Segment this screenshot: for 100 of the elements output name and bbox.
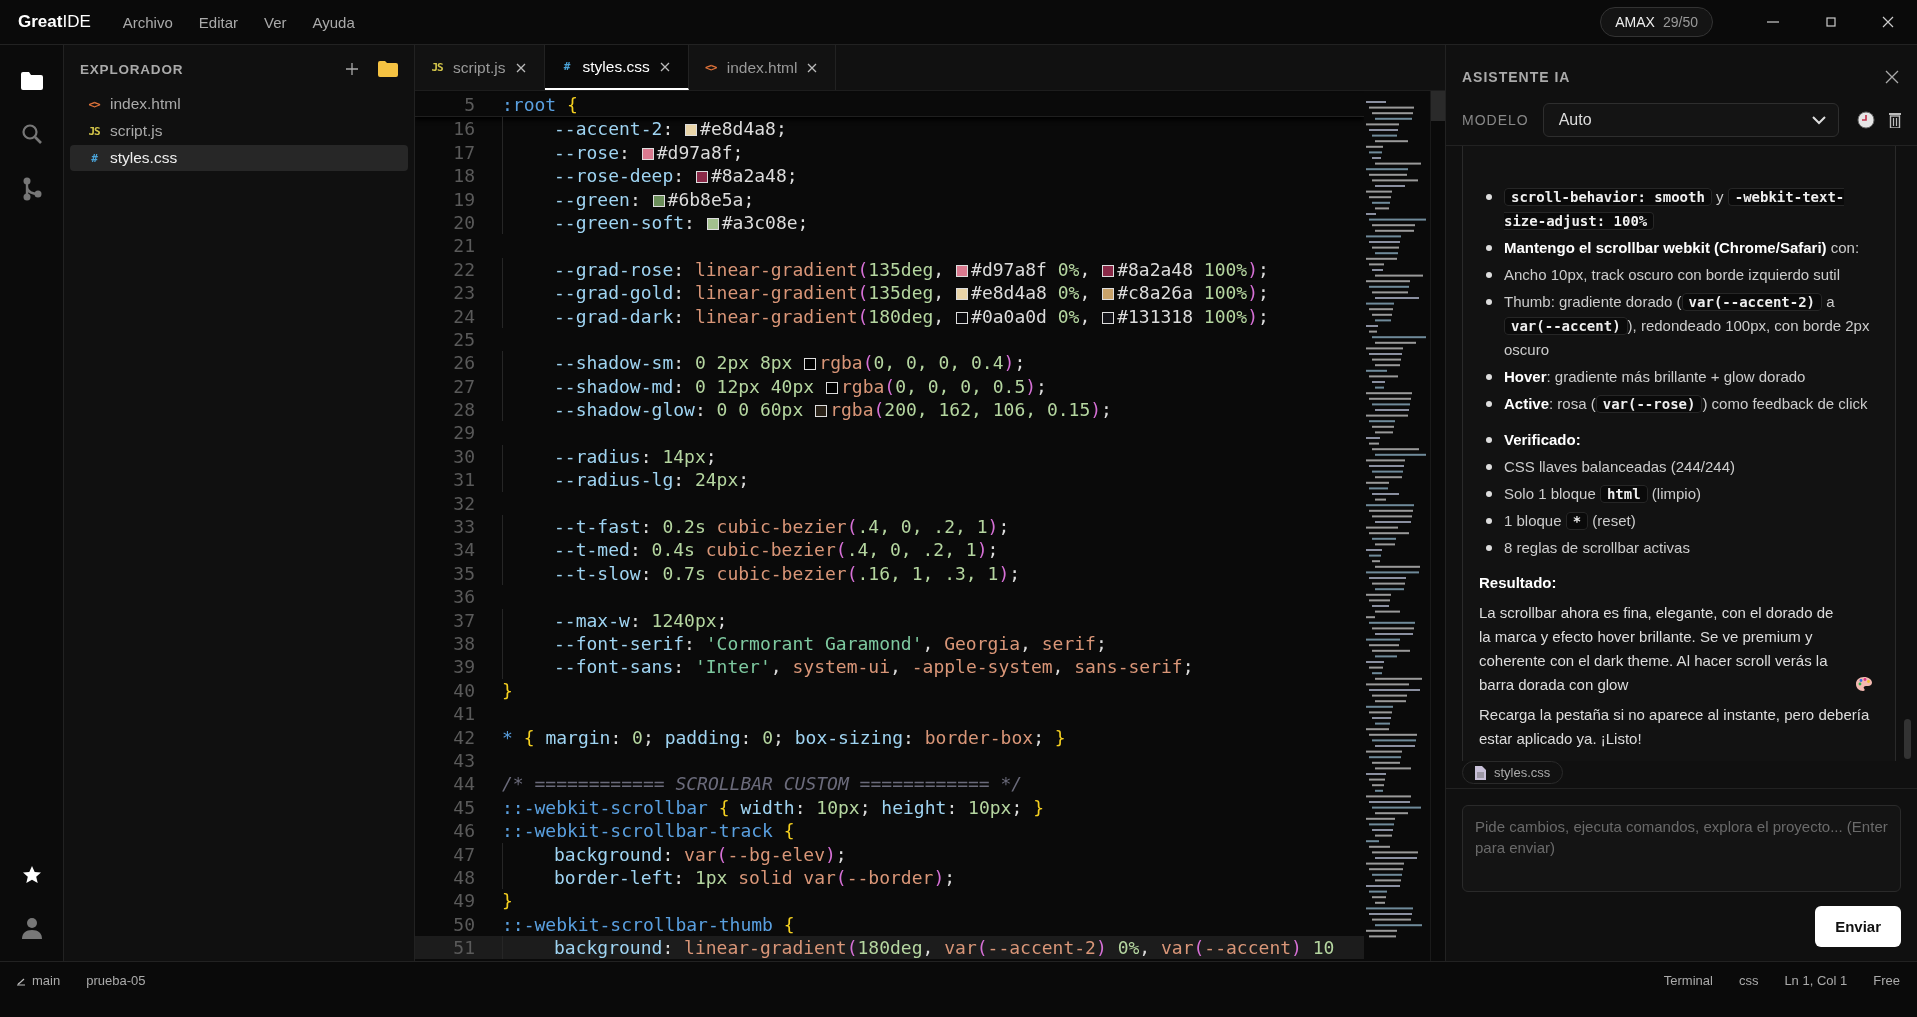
menu-item[interactable]: Ver [264, 13, 287, 31]
code-line: } [502, 678, 513, 703]
scrollbar-thumb[interactable] [1904, 719, 1911, 759]
code-line: } [502, 889, 513, 913]
line-number: 5 [463, 93, 476, 117]
list-item: Ancho 10px, track oscuro con borde izquierdo sutil [1479, 263, 1873, 287]
code-line: --rose-deep: #8a2a48; [554, 164, 798, 188]
code-line: --t-med: 0.4s cubic-bezier(.4, 0, .2, 1); [554, 538, 999, 562]
list-item: Mantengo el scrollbar webkit (Chrome/Safari) con: [1479, 236, 1873, 260]
line-number: 31 [452, 468, 476, 492]
code-line: --max-w: 1240px; [554, 608, 728, 632]
line-number: 38 [452, 632, 476, 656]
line-number: 39 [452, 655, 476, 679]
code-line: --shadow-glow: 0 0 60px rgba(200, 162, 106, 0.15); [554, 398, 1112, 422]
list-item: Thumb: gradiente dorado ( var(--accent-2) a var(--accent) ), redondeado 100px, con borde 2px oscuro [1479, 290, 1873, 362]
file-icon [1475, 765, 1486, 780]
line-number: 41 [452, 702, 476, 726]
account-badge[interactable]: AMAX 29/50 [1600, 7, 1713, 37]
code-line: ::-webkit-scrollbar { width: 10px; height: 10px; } [502, 795, 1044, 820]
user-icon[interactable] [21, 917, 42, 939]
line-number: 33 [452, 515, 476, 539]
line-number: 32 [452, 491, 476, 516]
trash-icon[interactable] [1889, 112, 1901, 128]
line-number: 46 [452, 819, 476, 843]
code-line: ::-webkit-scrollbar-track { [502, 819, 795, 843]
status-item[interactable]: Free [1873, 973, 1900, 988]
code-line: --font-serif: 'Cormorant Garamond', Georgia, serif; [554, 632, 1107, 656]
plus-icon[interactable] [346, 63, 358, 75]
line-number: 44 [452, 772, 476, 796]
close-icon[interactable] [659, 61, 670, 72]
star-icon[interactable] [21, 865, 42, 885]
usage-count: 29/50 [1662, 14, 1698, 30]
attachment-chip[interactable]: styles.css [1462, 761, 1564, 784]
menu-item[interactable]: Editar [198, 13, 238, 31]
close-icon[interactable] [807, 62, 818, 73]
line-number: 28 [452, 398, 476, 422]
file-name: script.js [110, 122, 163, 140]
code-line: --radius-lg: 24px; [554, 468, 750, 492]
file-type-icon: <> [704, 61, 717, 74]
line-number: 45 [452, 795, 476, 820]
code-line: --green-soft: #a3c08e; [554, 210, 809, 235]
file-name: styles.css [110, 149, 178, 167]
search-icon[interactable] [20, 123, 43, 145]
message-input[interactable]: Pide cambios, ejecuta comandos, explora el proyecto... (Enter para enviar) [1462, 805, 1901, 892]
message-text: Recarga la pestaña si no aparece al instante, pero debería estar aplicado ya. ¡Listo! [1479, 706, 1870, 747]
line-number: 19 [452, 187, 476, 211]
code-line: border-left: 1px solid var(--border); [554, 865, 956, 890]
scrollbar-thumb[interactable] [1431, 91, 1445, 121]
status-item[interactable]: Ln 1, Col 1 [1784, 973, 1848, 988]
list-item: Active: rosa ( var(--rose) ) como feedback de click [1479, 392, 1873, 416]
folder-icon[interactable] [19, 71, 44, 91]
model-select[interactable]: Auto [1542, 103, 1839, 137]
clock-icon[interactable] [1857, 111, 1875, 129]
list-item: CSS llaves balanceadas (244/244) [1479, 455, 1873, 479]
code-line: --accent-2: #e8d4a8; [554, 117, 787, 141]
code-line: --grad-rose: linear-gradient(135deg, #d97a8f 0%, #8a2a48 100%); [554, 257, 1269, 282]
tab-label: index.html [726, 58, 798, 77]
line-number: 24 [452, 304, 476, 328]
line-number: 48 [452, 865, 476, 890]
file-item[interactable]: JS script.js [70, 118, 408, 144]
list-item: Solo 1 bloque html (limpio) [1479, 482, 1873, 506]
status-item[interactable]: Terminal [1663, 973, 1713, 988]
maximize-icon[interactable] [1826, 17, 1836, 27]
list-item: Verificado: [1479, 428, 1873, 452]
editor-tab[interactable]: # styles.css [544, 45, 689, 90]
line-number: 43 [452, 748, 476, 773]
menu-item[interactable]: Archivo [122, 13, 173, 31]
folder-icon[interactable] [378, 61, 398, 77]
tab-label: script.js [453, 58, 506, 77]
close-icon[interactable] [515, 62, 526, 73]
file-item[interactable]: # styles.css [70, 145, 408, 171]
file-name: index.html [110, 95, 181, 113]
palette-icon [1855, 676, 1873, 692]
close-icon[interactable] [1882, 16, 1894, 28]
line-number: 30 [452, 444, 476, 469]
close-icon[interactable] [1885, 70, 1899, 84]
message-text: La scrollbar ahora es fina, elegante, con el dorado de la marca y efecto hover brillante. Se ve premium y coherente con el dark theme. Al hacer scroll verás la barra dorada con glow [1479, 603, 1835, 695]
branch-name[interactable]: main [32, 973, 61, 988]
line-number: 26 [452, 351, 476, 375]
file-type-icon: <> [88, 97, 100, 111]
line-number: 47 [452, 842, 476, 866]
line-number: 49 [452, 889, 476, 913]
line-number: 40 [452, 678, 476, 703]
line-number: 51 [452, 936, 476, 960]
code-line: --rose: #d97a8f; [554, 140, 744, 165]
model-label: MODELO [1462, 112, 1529, 128]
line-number: 22 [452, 257, 476, 282]
line-number: 25 [452, 327, 476, 352]
status-item[interactable]: css [1738, 973, 1759, 988]
code-line: background: linear-gradient(180deg, var(--accent-2) 0%, var(--accent) 10 [554, 936, 1335, 960]
file-item[interactable]: <> index.html [70, 91, 408, 117]
project-name: prueba-05 [86, 973, 146, 988]
code-line: --font-sans: 'Inter', system-ui, -apple-system, sans-serif; [554, 655, 1194, 679]
list-item: 8 reglas de scrollbar activas [1479, 536, 1873, 560]
menu-item[interactable]: Ayuda [312, 13, 355, 31]
file-type-icon: JS [431, 61, 443, 74]
send-button[interactable]: Enviar [1815, 906, 1901, 947]
code-line: --shadow-md: 0 12px 40px rgba(0, 0, 0, 0.5); [554, 374, 1047, 399]
code-line: ::-webkit-scrollbar-thumb { [502, 912, 795, 937]
list-item: Hover: gradiente más brillante + glow dorado [1479, 365, 1873, 389]
